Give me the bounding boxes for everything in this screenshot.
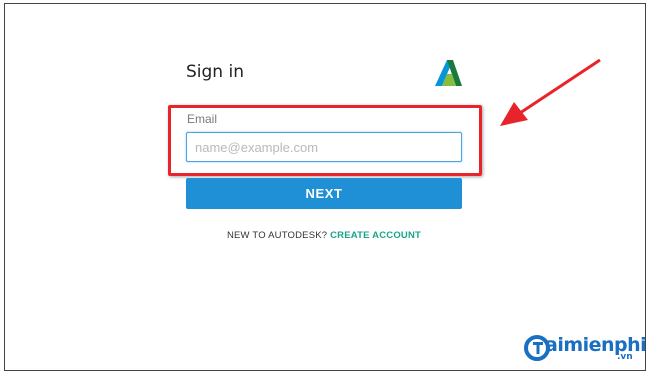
email-label: Email [187,112,218,126]
new-to-autodesk-text: NEW TO AUTODESK? [226,230,328,241]
email-input[interactable] [186,132,462,162]
page-title: Sign in [186,62,244,82]
red-arrow-icon [500,58,601,126]
create-account-link[interactable]: CREATE ACCOUNT [330,230,421,241]
autodesk-logo-icon [435,60,462,86]
watermark-suffix: .vn [617,352,633,362]
next-button[interactable]: NEXT [186,178,462,209]
new-account-row: NEW TO AUTODESK? CREATE ACCOUNT [186,230,462,241]
